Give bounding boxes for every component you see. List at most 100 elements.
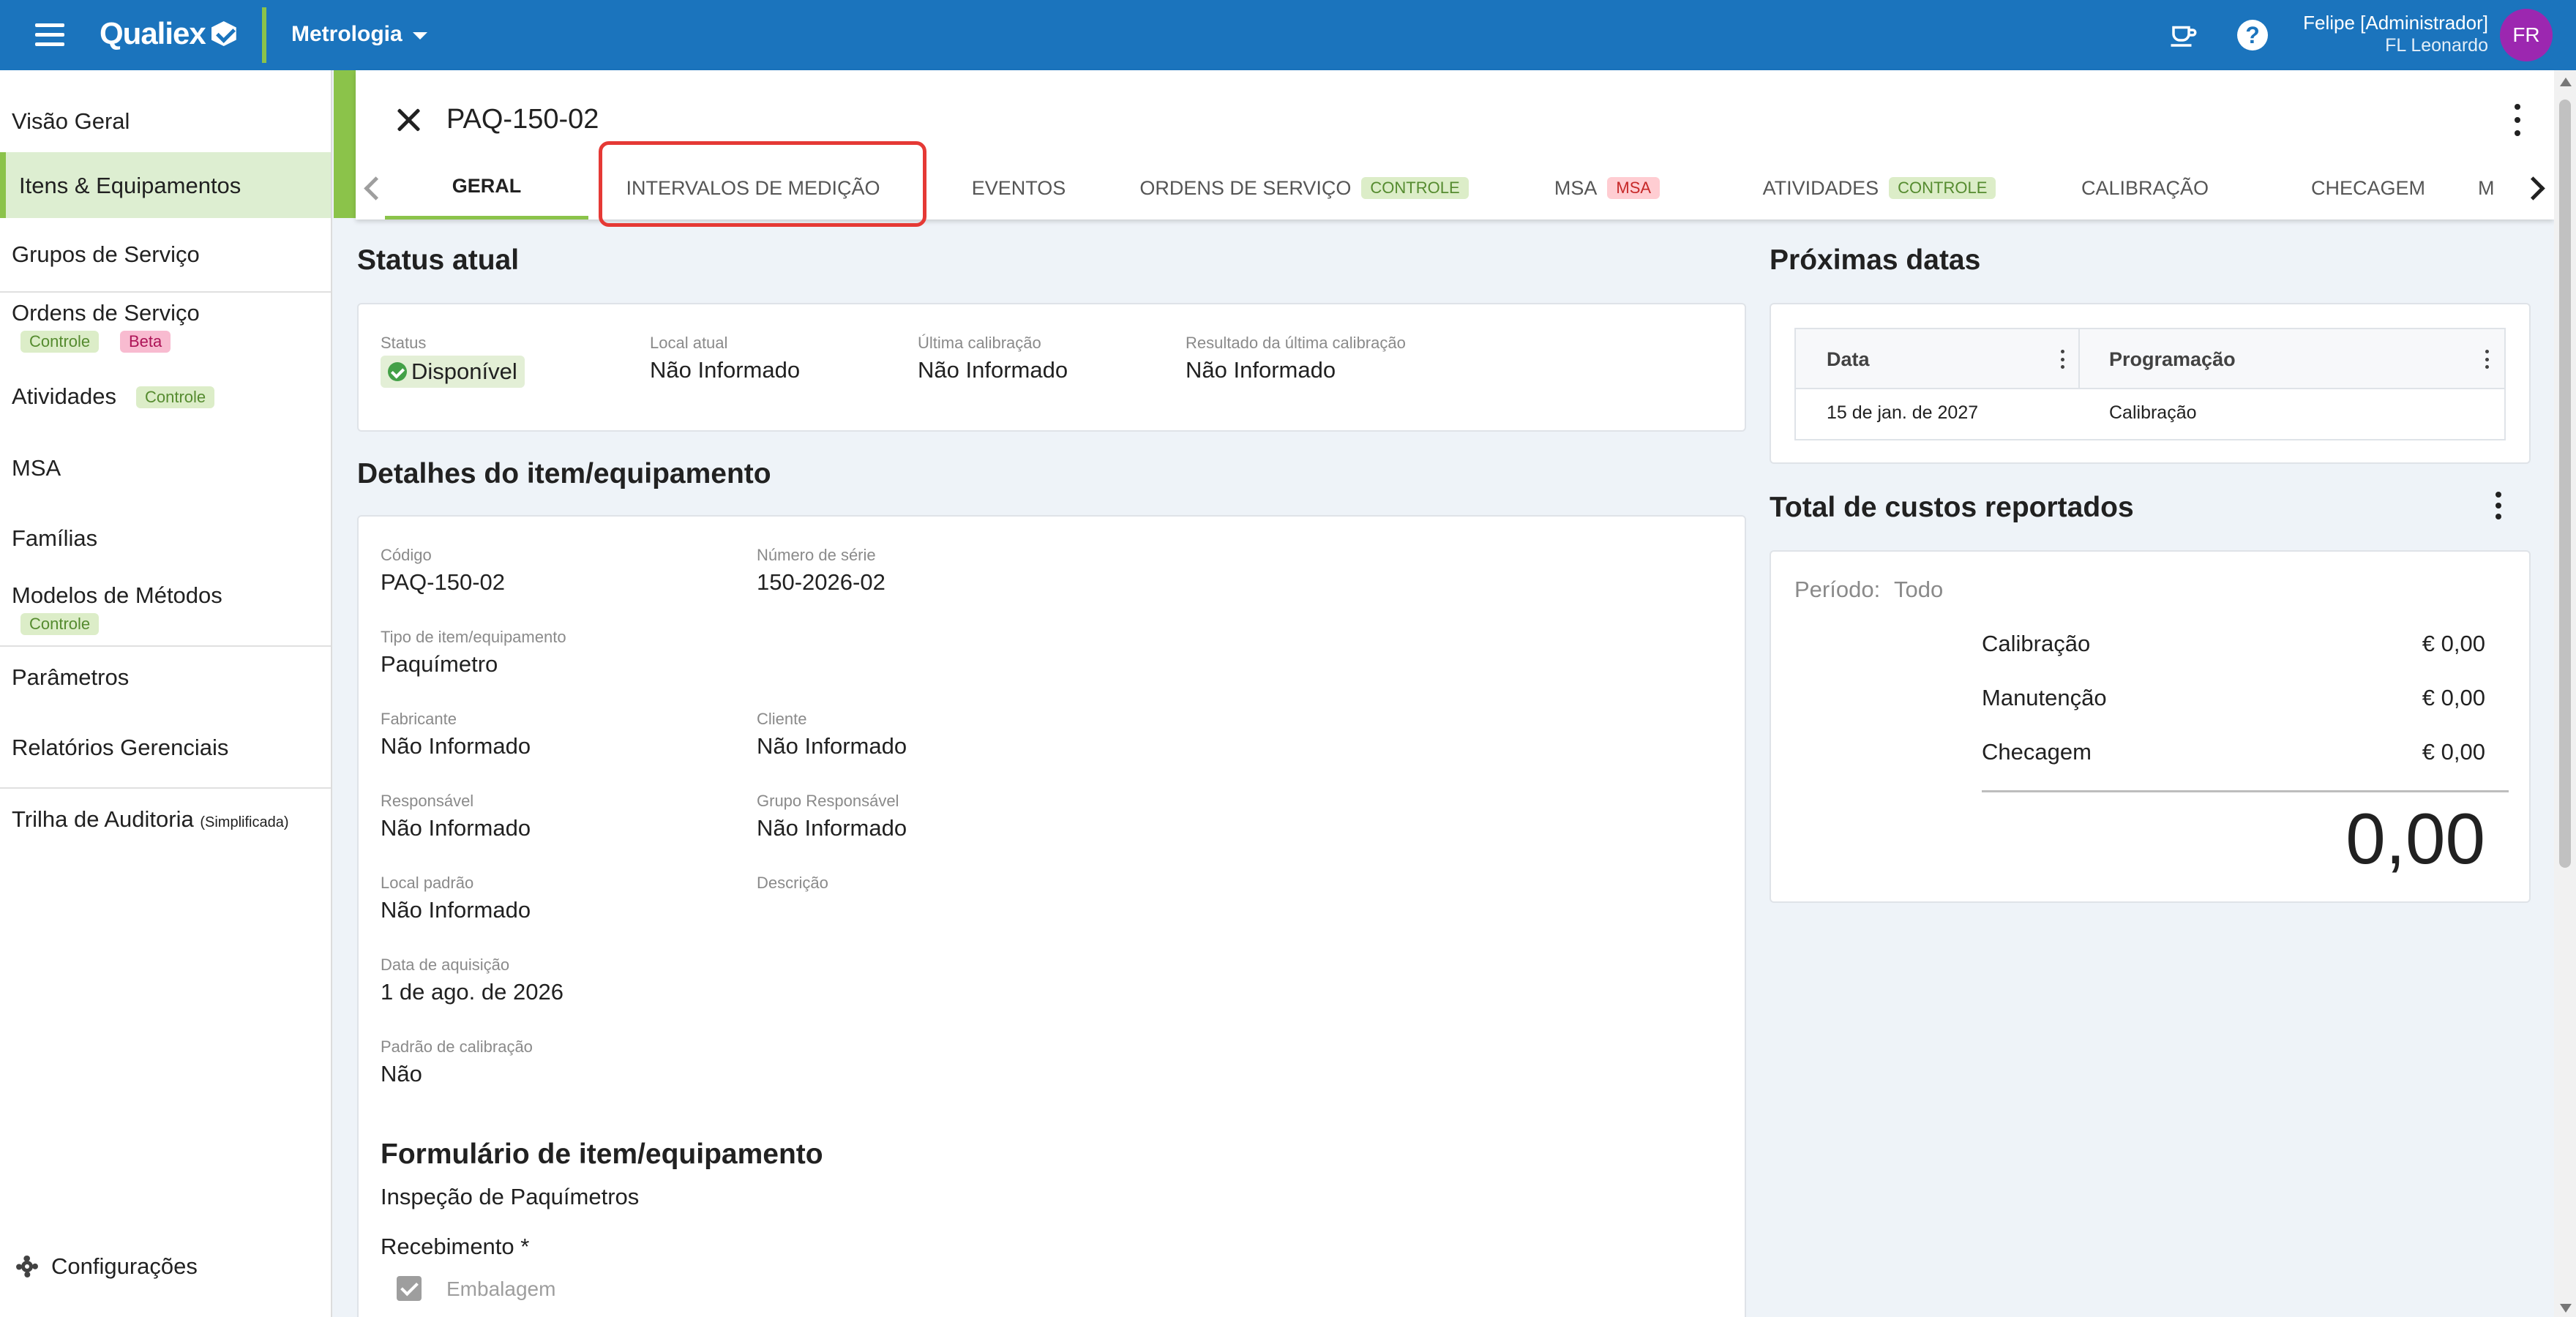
table-header: Data Programação [1796,329,2504,389]
upcoming-section-title: Próximas datas [1770,244,1981,276]
coffee-cup-icon[interactable] [2166,18,2201,53]
costs-section-title: Total de custos reportados [1770,492,2134,523]
column-menu-icon[interactable] [2058,350,2067,369]
tab-atividades[interactable]: ATIVIDADES Controle [1739,157,2020,220]
user-info[interactable]: Felipe [Administrador] FL Leonardo [2303,13,2488,55]
settings-link[interactable]: Configurações [13,1253,198,1280]
controle-badge: Controle [20,331,100,353]
scroll-up-icon[interactable] [2560,78,2572,86]
logo-text: Qualiex [100,16,206,50]
tab-overflow[interactable]: M [2478,157,2517,220]
sidebar-item-atividades[interactable]: Atividades Controle [0,378,331,429]
details-card: Código PAQ-150-02 Número de série 150-20… [357,515,1746,1317]
sidebar-item-ordens-servico[interactable]: Ordens de Serviço Controle Beta [0,300,331,366]
sidebar-item-modelos-metodos[interactable]: Modelos de Métodos Controle [0,582,331,651]
cliente-value: Não Informado [757,733,907,759]
sidebar-divider [0,291,331,293]
scroll-down-icon[interactable] [2560,1304,2572,1313]
tab-intervalos-medicao[interactable]: INTERVALOS DE MEDIÇÃO [603,157,903,220]
scrollbar-thumb[interactable] [2559,100,2571,868]
serie-value: 150-2026-02 [757,569,886,595]
sidebar-item-label: Grupos de Serviço [12,241,200,267]
grupo-responsavel-value: Não Informado [757,815,907,841]
fabricante-value: Não Informado [381,733,531,759]
tab-label: CALIBRAÇÃO [2081,176,2209,199]
controle-badge: Controle [1361,177,1469,199]
responsavel-label: Responsável [381,792,474,810]
sidebar-item-label-wrap: Trilha de Auditoria (Simplificada) [12,806,289,833]
cost-total-value: 0,00 [2345,798,2485,879]
tab-calibracao[interactable]: CALIBRAÇÃO [2039,157,2251,220]
tab-scroll-right-icon[interactable] [2522,168,2551,209]
upcoming-card: Data Programação 15 de jan. de 2027 Cali… [1770,303,2531,464]
sidebar-item-parametros[interactable]: Parâmetros [0,656,331,707]
page-scrollbar[interactable] [2554,70,2576,1317]
sidebar-item-grupos-servico[interactable]: Grupos de Serviço [0,233,331,281]
upcoming-table: Data Programação 15 de jan. de 2027 Cali… [1794,328,2506,440]
tab-msa[interactable]: MSA MSA [1512,157,1702,220]
app-logo[interactable]: Qualiex [100,16,236,51]
tab-label: ATIVIDADES [1762,176,1879,199]
details-section-title: Detalhes do item/equipamento [357,458,771,489]
tab-label: EVENTOS [971,176,1066,199]
codigo-label: Código [381,546,432,564]
sidebar-item-trilha-auditoria[interactable]: Trilha de Auditoria (Simplificada) [0,798,331,849]
cost-manutencao-label: Manutenção [1982,685,2107,710]
msa-badge: MSA [1607,177,1660,199]
gear-icon [13,1253,41,1280]
close-icon[interactable] [392,104,424,136]
module-selector[interactable]: Metrologia [291,22,427,47]
fabricante-label: Fabricante [381,710,457,728]
sidebar-item-familias[interactable]: Famílias [0,519,331,571]
period-value[interactable]: Todo [1894,577,1943,603]
table-cell-programacao[interactable]: Calibração [2109,402,2197,424]
user-company: FL Leonardo [2385,35,2488,56]
column-separator[interactable] [2078,329,2080,389]
column-header-programacao[interactable]: Programação [2109,329,2236,389]
sidebar-item-itens-equipamentos[interactable]: Itens & Equipamentos [0,152,331,218]
serie-label: Número de série [757,546,876,564]
column-header-data[interactable]: Data [1827,329,1870,389]
page-title: PAQ-150-02 [446,104,599,135]
help-icon[interactable]: ? [2235,18,2270,53]
tab-ordens-servico[interactable]: ORDENS DE SERVIÇO Controle [1139,157,1469,220]
tab-label: M [2478,176,2495,199]
more-vert-icon[interactable] [2510,104,2525,136]
costs-more-vert-icon[interactable] [2491,492,2506,519]
status-section-title: Status atual [357,244,520,276]
sidebar-item-label: Atividades [12,383,117,409]
hamburger-menu-icon[interactable] [32,19,67,51]
tab-geral[interactable]: GERAL [385,157,588,220]
column-menu-icon[interactable] [2482,350,2491,369]
cost-manutencao-value: € 0,00 [2422,685,2485,710]
tab-label: GERAL [452,175,522,197]
tab-label: ORDENS DE SERVIÇO [1139,176,1352,199]
table-cell-data[interactable]: 15 de jan. de 2027 [1827,402,1978,424]
padrao-calibracao-value: Não [381,1061,422,1087]
controle-badge: Controle [1889,177,1996,199]
local-padrao-label: Local padrão [381,874,474,892]
sidebar-divider [0,645,331,647]
tab-checagem[interactable]: CHECAGEM [2266,157,2471,220]
responsavel-value: Não Informado [381,815,531,841]
sidebar-item-msa[interactable]: MSA [0,449,331,500]
sidebar-item-label: Parâmetros [12,664,130,690]
avatar[interactable]: FR [2500,9,2553,61]
tipo-value: Paquímetro [381,651,498,677]
tab-eventos[interactable]: EVENTOS [931,157,1107,220]
tab-scroll-left-icon[interactable] [356,168,385,209]
grupo-responsavel-label: Grupo Responsável [757,792,899,810]
status-value: Disponível [411,359,517,384]
sidebar-item-visao-geral[interactable]: Visão Geral [0,101,331,142]
form-name: Inspeção de Paquímetros [381,1184,640,1209]
embalagem-checkbox[interactable] [397,1276,422,1301]
sidebar-item-label: Relatórios Gerenciais [12,735,229,760]
topbar-divider [262,7,266,63]
settings-label: Configurações [51,1253,198,1279]
sidebar-divider [0,787,331,789]
costs-card: Período: Todo Calibração € 0,00 Manutenç… [1770,550,2531,903]
user-name: Felipe [Administrador] [2303,12,2488,34]
sidebar-item-relatorios[interactable]: Relatórios Gerenciais [0,726,331,777]
cost-checagem-label: Checagem [1982,739,2092,765]
ultima-calibracao-label: Última calibração [918,334,1041,352]
